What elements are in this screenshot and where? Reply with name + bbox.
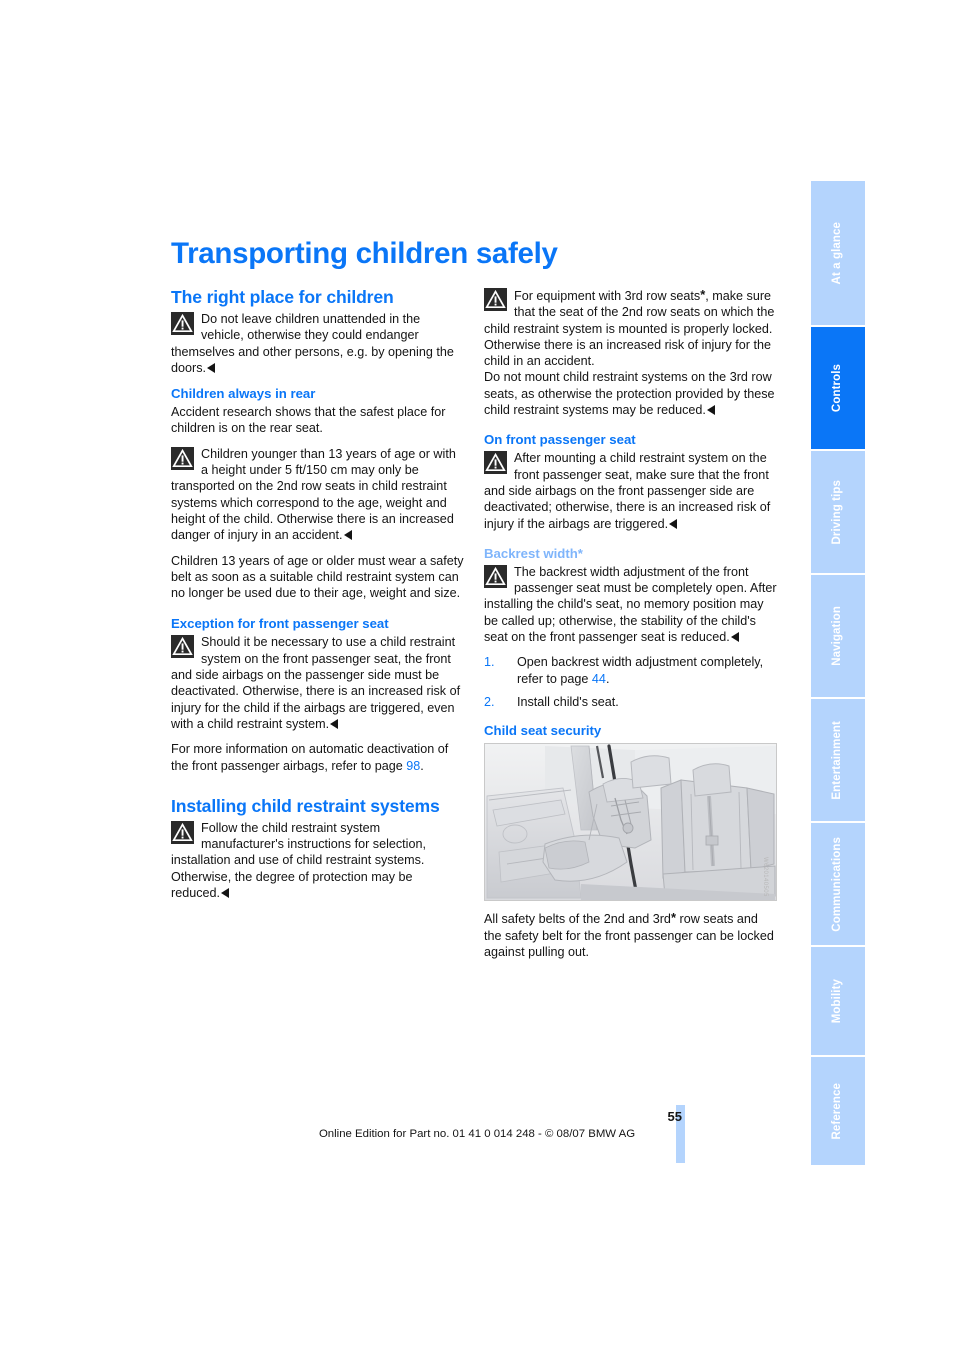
end-of-warning-marker [330,718,339,729]
warning-triangle-icon [484,564,507,588]
sidebar-tab-label: Mobility [831,978,844,1024]
warning-triangle-icon [171,446,194,470]
caption-text: All safety belts of the 2nd and 3rd [484,912,671,927]
end-of-warning-marker [730,632,739,643]
sidebar-tab-driving-tips[interactable]: Driving tips [811,451,865,575]
sidebar-tab-label: Entertainment [831,720,844,800]
list-item: 1. Open backrest width adjustment complet… [484,654,777,687]
step-text: Install child's seat. [517,694,619,709]
page-cross-reference-44[interactable]: 44 [592,672,606,686]
warning-triangle-icon [484,288,507,311]
imprint-line: Online Edition for Part no. 01 41 0 014 … [318,1128,636,1140]
paragraph-automatic-deactivation-xref: For more information on automatic deacti… [171,741,464,774]
end-of-warning-marker [669,518,678,529]
heading-child-seat-security: Child seat security [484,723,602,739]
end-of-warning-marker [706,405,715,416]
warning-text: For equipment with 3rd row seats [514,289,701,303]
sidebar-tab-mobility[interactable]: Mobility [811,947,865,1057]
warning-block-unattended-children: Do not leave children unattended in the … [171,311,464,376]
heading-backrest-width: Backrest width* [484,545,583,561]
end-of-warning-marker [221,888,230,899]
step-number: 1. [484,655,495,670]
figure-caption-safety-belts: All safety belts of the 2nd and 3rd* row… [484,910,777,960]
left-column: The right place for children Do not leav… [171,287,464,910]
warning-text-second-paragraph: Do not mount child restraint systems on … [484,370,775,418]
warning-triangle-icon [484,451,507,475]
heading-the-right-place-for-children: The right place for children [171,287,394,307]
sidebar-tab-label: Communications [831,836,844,932]
heading-children-always-in-rear: Children always in rear [171,386,316,402]
warning-text: After mounting a child restraint system … [484,451,771,531]
warning-block-children-under-13: Children younger than 13 years of age or… [171,446,464,544]
warning-block-after-mounting-restraint: After mounting a child restraint system … [484,450,777,531]
heading-on-front-passenger-seat: On front passenger seat [484,432,636,448]
page-title: Transporting children safely [171,236,558,270]
step-number: 2. [484,694,495,709]
sidebar-tab-label: Controls [831,363,844,413]
page-cross-reference-98[interactable]: 98 [406,759,420,773]
procedure-steps-list: 1. Open backrest width adjustment complet… [484,654,777,710]
warning-block-front-passenger-exception: Should it be necessary to use a child re… [171,634,464,732]
warning-triangle-icon [171,312,194,335]
page-number: 55 [667,1109,682,1124]
section-tab-rail: At a glance Controls Driving tips Naviga… [811,181,865,1165]
vehicle-interior-illustration [485,744,776,901]
manual-page: At a glance Controls Driving tips Naviga… [0,0,954,1350]
figure-watermark-code: W620140505 [762,856,768,897]
sidebar-tab-navigation[interactable]: Navigation [811,575,865,699]
warning-text: Should it be necessary to use a child re… [171,635,461,731]
sidebar-tab-at-a-glance[interactable]: At a glance [811,181,865,327]
warning-block-follow-manufacturer-instructions: Follow the child restraint system manufa… [171,820,464,901]
warning-triangle-icon [171,820,194,844]
warning-text: Follow the child restraint system manufa… [171,820,426,901]
sidebar-tab-controls[interactable]: Controls [811,327,865,451]
step-text: Open backrest width adjustment completel… [517,655,764,686]
figure-child-seat-in-vehicle-interior: W620140505 [484,743,777,902]
sidebar-tab-entertainment[interactable]: Entertainment [811,699,865,823]
warning-triangle-icon [171,635,194,659]
warning-block-backrest-width-adjustment: The backrest width adjustment of the fro… [484,564,777,645]
sidebar-tab-communications[interactable]: Communications [811,823,865,947]
paragraph-accident-research: Accident research shows that the safest … [171,405,446,436]
paragraph-children-13-or-older: Children 13 years of age or older must w… [171,553,464,601]
sidebar-tab-reference[interactable]: Reference [811,1057,865,1165]
warning-block-3rd-row-seats: For equipment with 3rd row seats*, make … [484,287,777,418]
heading-installing-child-restraint-systems: Installing child restraint systems [171,795,440,816]
step-text-end: . [605,671,610,686]
heading-exception-front-passenger-seat: Exception for front passenger seat [171,616,389,632]
sidebar-tab-label: At a glance [831,221,844,285]
end-of-warning-marker [343,530,352,541]
warning-text: Children younger than 13 years of age or… [171,446,456,543]
page-content: Transporting children safely The right p… [0,0,811,1350]
right-column: For equipment with 3rd row seats*, make … [484,287,777,969]
end-of-warning-marker [207,362,216,373]
paragraph-text-end: . [420,758,424,773]
sidebar-tab-label: Driving tips [831,479,844,545]
list-item: 2. Install child's seat. [484,694,777,710]
sidebar-tab-label: Navigation [831,606,844,666]
